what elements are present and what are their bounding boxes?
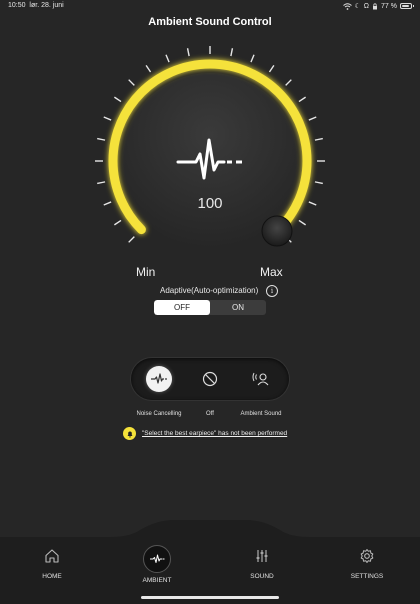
dial-tick (314, 181, 323, 185)
nav-home-label: HOME (42, 573, 62, 580)
dial-max-label: Max (260, 265, 283, 279)
toggle-off-option[interactable]: OFF (154, 300, 210, 315)
dial-tick (298, 219, 307, 226)
ambient-sound-button[interactable] (248, 366, 274, 392)
home-icon (45, 549, 59, 563)
info-icon[interactable]: i (266, 285, 278, 297)
dial-value: 100 (197, 195, 223, 212)
bell-icon (123, 427, 136, 440)
dial-tick (165, 54, 170, 63)
dial-tick (230, 48, 234, 57)
dial-tick (103, 201, 112, 206)
dial-tick (128, 79, 135, 86)
ambient-sound-label: Ambient Sound (240, 411, 282, 417)
dial-tick (103, 116, 112, 121)
equalizer-icon (256, 550, 268, 562)
dial-tick (113, 96, 122, 103)
earpiece-notice[interactable]: "Select the best earpiece" has not been … (123, 427, 287, 440)
adaptive-toggle[interactable]: OFF ON (154, 300, 266, 315)
prohibited-icon (202, 371, 218, 387)
noise-cancelling-button[interactable] (146, 366, 172, 392)
home-indicator[interactable] (141, 596, 279, 599)
dial-tick (250, 54, 255, 63)
dial-min-label: Min (136, 265, 156, 279)
dial-tick (308, 201, 317, 206)
nav-ambient-label: AMBIENT (142, 577, 172, 584)
toggle-on-option[interactable]: ON (210, 300, 266, 315)
nav-ambient-badge (143, 545, 171, 573)
waveform-icon (151, 373, 167, 384)
dial-tick (186, 48, 190, 57)
dial-tick (308, 116, 317, 121)
off-mode-button[interactable] (197, 366, 223, 392)
dial-tick (268, 64, 275, 73)
nav-settings[interactable]: SETTINGS (337, 548, 397, 580)
nav-ambient[interactable]: AMBIENT (127, 545, 187, 584)
nav-sound[interactable]: SOUND (232, 548, 292, 580)
nav-sound-label: SOUND (250, 573, 274, 580)
adaptive-label: Adaptive(Auto-optimization) (160, 286, 259, 295)
notice-link[interactable]: "Select the best earpiece" has not been … (142, 430, 287, 437)
dial-tick (298, 96, 307, 103)
dial-tick (285, 79, 292, 86)
nav-home[interactable]: HOME (22, 548, 82, 580)
dial-tick (97, 137, 106, 141)
nav-settings-label: SETTINGS (350, 573, 384, 580)
waveform-icon (150, 554, 165, 563)
dial-tick (97, 181, 106, 185)
dial-knob[interactable] (261, 215, 293, 247)
dial-tick (314, 137, 323, 141)
dial-tick (145, 64, 152, 73)
ambient-person-icon (252, 372, 269, 386)
dial-tick (113, 219, 122, 226)
dial-tick (128, 236, 135, 243)
gear-icon (360, 549, 374, 563)
level-dial[interactable] (0, 0, 420, 260)
